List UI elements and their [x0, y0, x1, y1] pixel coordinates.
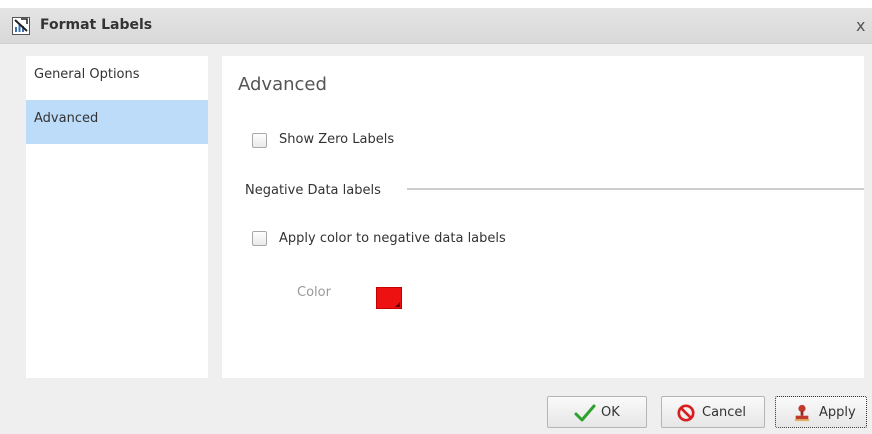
color-picker-swatch[interactable]: [376, 287, 402, 309]
options-sidebar: General Options Advanced: [26, 56, 208, 378]
checkmark-icon: [574, 404, 596, 422]
dropdown-corner-icon: [395, 302, 400, 307]
negative-data-labels-heading: Negative Data labels: [245, 183, 381, 198]
dialog-title-bar[interactable]: Format Labels x: [0, 8, 872, 44]
apply-negative-color-checkbox[interactable]: [252, 231, 267, 246]
show-zero-labels-checkbox[interactable]: [252, 133, 267, 148]
window-top-strip: [0, 0, 872, 8]
apply-button-label: Apply: [819, 405, 856, 420]
cancel-icon: [677, 404, 695, 422]
section-divider: [407, 188, 864, 190]
close-icon[interactable]: x: [856, 18, 865, 34]
advanced-panel: Advanced Show Zero Labels Negative Data …: [222, 56, 864, 378]
stamp-icon: [794, 404, 810, 422]
color-label: Color: [297, 285, 331, 300]
sidebar-item-label: Advanced: [34, 111, 99, 126]
show-zero-labels-label[interactable]: Show Zero Labels: [279, 132, 394, 147]
apply-negative-color-label[interactable]: Apply color to negative data labels: [279, 231, 506, 246]
apply-button[interactable]: Apply: [775, 396, 867, 428]
cancel-button-label: Cancel: [702, 405, 747, 420]
cancel-button[interactable]: Cancel: [661, 396, 765, 428]
sidebar-item-label: General Options: [34, 67, 140, 82]
ok-button-label: OK: [601, 405, 620, 420]
dialog-title: Format Labels: [40, 17, 153, 33]
chart-label-icon: [12, 17, 30, 35]
panel-title: Advanced: [238, 74, 327, 95]
ok-button[interactable]: OK: [547, 396, 647, 428]
sidebar-item-advanced[interactable]: Advanced: [26, 100, 208, 144]
sidebar-item-general-options[interactable]: General Options: [26, 56, 208, 100]
